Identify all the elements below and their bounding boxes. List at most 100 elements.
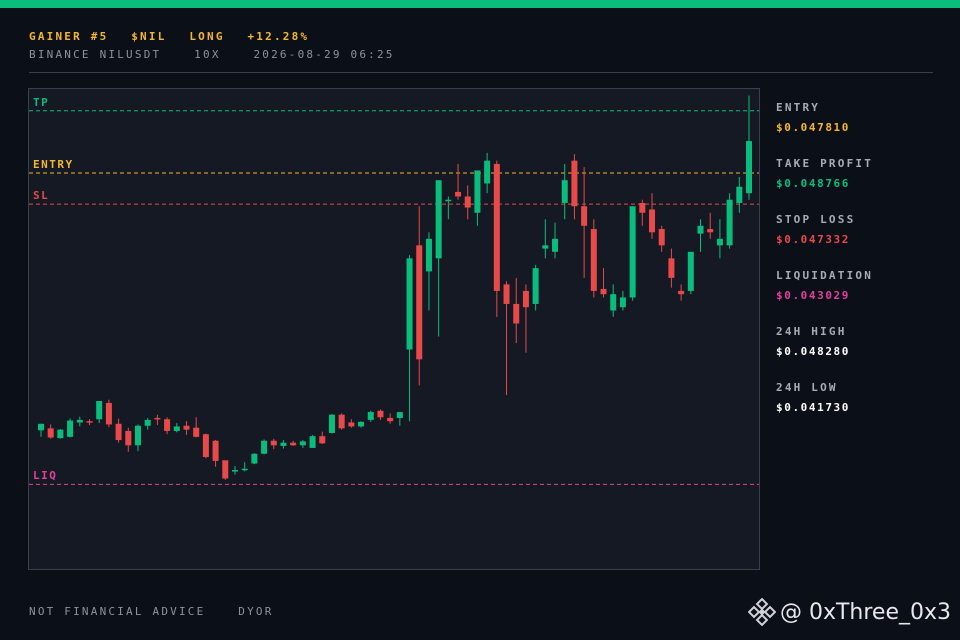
disclaimer: NOT FINANCIAL ADVICE DYOR: [29, 605, 298, 618]
gainer-rank: GAINER #5: [29, 30, 109, 43]
entry-level-label: ENTRY: [33, 158, 74, 172]
candle: [251, 453, 258, 465]
header-divider: [29, 72, 933, 73]
signal-header: GAINER #5 $NIL LONG +12.28% BINANCE NILU…: [29, 30, 419, 61]
candle-body: [270, 440, 277, 446]
candle-body: [251, 453, 258, 464]
candle: [338, 413, 345, 430]
candle-body: [202, 434, 209, 458]
candle: [416, 206, 423, 386]
candle: [299, 440, 306, 448]
candle: [619, 290, 626, 311]
candle-body: [328, 414, 335, 433]
change-percent: +12.28%: [247, 30, 310, 43]
dyor-text: DYOR: [238, 605, 274, 618]
candle-body: [581, 206, 588, 226]
candle-body: [649, 209, 656, 233]
candle: [532, 264, 539, 311]
candle-body: [37, 423, 45, 431]
liq-level-label: LIQ: [33, 469, 58, 483]
candle: [649, 193, 656, 239]
candle-body: [348, 422, 355, 427]
candle: [493, 160, 500, 317]
candle: [522, 284, 529, 353]
candle-body: [542, 245, 549, 249]
candle: [542, 219, 549, 259]
candle-body: [358, 421, 365, 427]
stat-label: STOP LOSS: [776, 213, 856, 226]
candle: [736, 176, 743, 213]
candle: [241, 462, 248, 472]
candle: [202, 433, 209, 459]
candle: [105, 399, 112, 428]
top-accent-bar: [0, 0, 960, 8]
stat-take-profit: TAKE PROFIT $0.048766: [776, 157, 946, 213]
candle-body: [600, 288, 607, 295]
candle-body: [76, 419, 83, 423]
candle-body: [474, 170, 481, 213]
candle-body: [464, 196, 471, 208]
candle-body: [455, 191, 462, 197]
candle-body: [668, 258, 675, 278]
candle-body: [678, 290, 685, 295]
stat-value: $0.048280: [776, 345, 851, 358]
candle: [484, 152, 491, 194]
candle-body: [377, 410, 384, 418]
candle-body: [261, 440, 268, 454]
candle-body: [173, 426, 180, 431]
candle-body: [435, 180, 442, 259]
stat-label: 24H HIGH: [776, 325, 847, 338]
candle: [678, 284, 685, 301]
signal-meta-line: BINANCE NILUSDT 10X 2026-08-29 06:25: [29, 48, 419, 61]
sl-level-label: SL: [33, 189, 50, 203]
candle-body: [590, 229, 597, 291]
candle: [173, 423, 180, 433]
candle: [590, 219, 597, 298]
watermark-handle: @ 0xThree_0x3: [747, 598, 951, 626]
candle: [115, 418, 122, 443]
candle-body: [726, 199, 733, 246]
candle: [348, 419, 355, 428]
candle: [76, 416, 83, 427]
candle: [406, 255, 413, 422]
candle: [125, 427, 132, 452]
stat-entry: ENTRY $0.047810: [776, 101, 946, 157]
candle-body: [484, 160, 491, 184]
candle-body: [697, 225, 704, 234]
candle-body: [67, 420, 74, 437]
candle: [435, 180, 442, 337]
candle: [96, 400, 103, 424]
candle-body: [338, 414, 345, 429]
leverage: 10X: [194, 48, 221, 61]
candle-body: [396, 412, 403, 418]
candle-body: [105, 402, 112, 425]
candle: [47, 424, 54, 439]
candle-body: [47, 428, 54, 438]
candle-body: [522, 290, 529, 308]
candlestick-chart[interactable]: TP ENTRY SL LIQ: [28, 88, 760, 570]
candle-body: [416, 245, 423, 360]
candle-body: [280, 442, 287, 446]
candle: [687, 251, 694, 295]
candle-body: [658, 229, 665, 246]
stat-label: 24H LOW: [776, 381, 838, 394]
candle: [57, 429, 64, 439]
candle: [358, 421, 365, 428]
candle-body: [745, 141, 753, 194]
candle-body: [552, 238, 559, 252]
candle: [707, 212, 714, 239]
candle: [231, 466, 238, 475]
watermark-text: @ 0xThree_0x3: [779, 599, 951, 625]
candle-body: [231, 470, 238, 472]
candle: [261, 439, 268, 455]
candle: [561, 163, 568, 220]
signal-title-line: GAINER #5 $NIL LONG +12.28%: [29, 30, 419, 43]
candle-body: [532, 268, 539, 304]
candle: [726, 193, 733, 249]
candle-body: [707, 229, 714, 233]
binance-diamond-icon: [747, 598, 776, 626]
stat-liquidation: LIQUIDATION $0.043029: [776, 269, 946, 325]
candle-body: [57, 429, 64, 439]
stats-panel: ENTRY $0.047810 TAKE PROFIT $0.048766 ST…: [776, 101, 946, 437]
candle-body: [736, 186, 743, 203]
